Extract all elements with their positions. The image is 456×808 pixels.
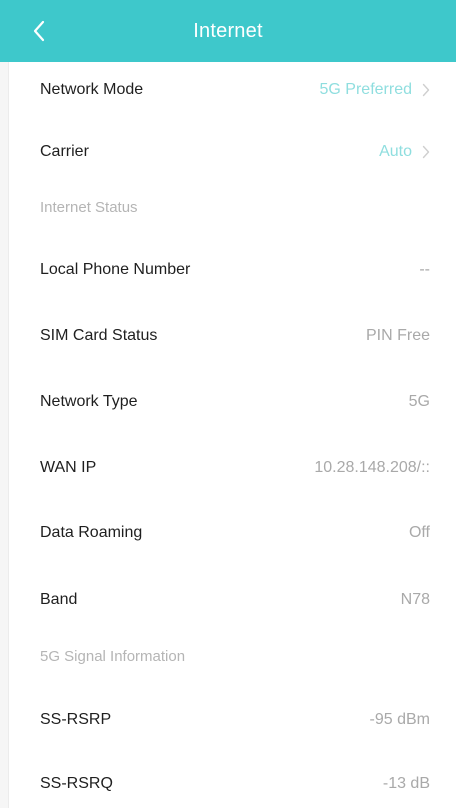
chevron-right-icon	[422, 145, 430, 159]
ss-rsrq-label: SS-RSRQ	[40, 775, 113, 792]
left-edge-divider	[0, 62, 9, 808]
band-row: Band N78	[40, 583, 430, 617]
network-mode-label: Network Mode	[40, 81, 144, 98]
chevron-left-icon	[33, 20, 45, 42]
band-value: N78	[400, 591, 430, 608]
ss-rsrq-value: -13 dB	[382, 775, 430, 792]
network-mode-value-group[interactable]: 5G Preferred	[320, 81, 430, 99]
header-bar: Internet	[0, 0, 456, 62]
signal-info-heading: 5G Signal Information	[40, 647, 186, 665]
carrier-row[interactable]: Carrier Auto	[40, 135, 430, 169]
network-type-row: Network Type 5G	[40, 385, 430, 419]
page-title: Internet	[193, 19, 263, 42]
back-button[interactable]	[26, 18, 52, 44]
network-type-value: 5G	[408, 393, 430, 410]
ss-rsrq-row: SS-RSRQ -13 dB	[40, 767, 430, 801]
ss-rsrp-row: SS-RSRP -95 dBm	[40, 703, 430, 737]
wan-ip-value: 10.28.148.208/::	[314, 459, 430, 476]
ss-rsrp-label: SS-RSRP	[40, 711, 112, 728]
internet-status-section: Internet Status	[40, 190, 430, 224]
local-phone-number-row: Local Phone Number --	[40, 253, 430, 287]
local-phone-number-value: --	[419, 261, 430, 278]
local-phone-number-label: Local Phone Number	[40, 261, 191, 278]
chevron-right-icon	[422, 83, 430, 97]
data-roaming-row: Data Roaming Off	[40, 516, 430, 550]
ss-rsrp-value: -95 dBm	[369, 711, 430, 728]
band-label: Band	[40, 591, 78, 608]
sim-card-status-value: PIN Free	[365, 327, 430, 344]
sim-card-status-label: SIM Card Status	[40, 327, 158, 344]
data-roaming-label: Data Roaming	[40, 524, 143, 541]
internet-status-heading: Internet Status	[40, 198, 138, 216]
signal-info-section: 5G Signal Information	[40, 639, 430, 673]
data-roaming-value: Off	[408, 524, 430, 541]
carrier-label: Carrier	[40, 143, 89, 160]
sim-card-status-row: SIM Card Status PIN Free	[40, 319, 430, 353]
carrier-value: Auto	[379, 143, 412, 160]
network-mode-value: 5G Preferred	[319, 81, 412, 98]
network-mode-row[interactable]: Network Mode 5G Preferred	[40, 73, 430, 107]
wan-ip-label: WAN IP	[40, 459, 97, 476]
carrier-value-group[interactable]: Auto	[379, 143, 430, 161]
wan-ip-row: WAN IP 10.28.148.208/::	[40, 451, 430, 485]
network-type-label: Network Type	[40, 393, 138, 410]
